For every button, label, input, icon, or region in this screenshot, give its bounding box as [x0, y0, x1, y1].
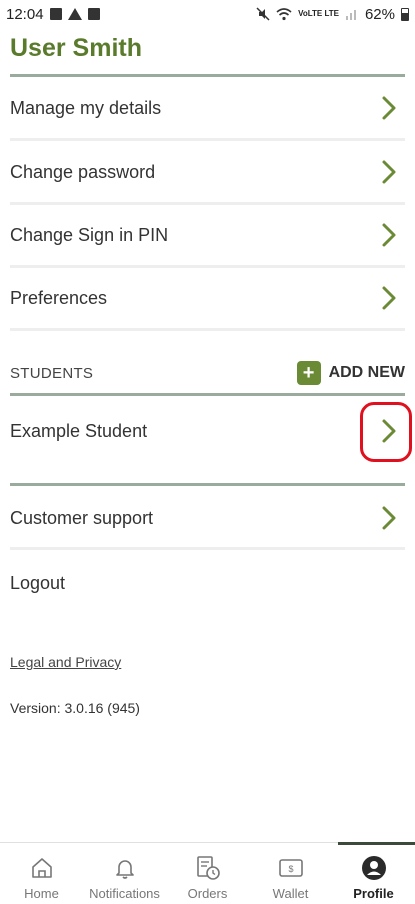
title-divider	[10, 74, 405, 77]
tab-label: Wallet	[272, 886, 309, 901]
chevron-right-icon	[379, 95, 399, 121]
logout-button[interactable]: Logout	[10, 573, 65, 594]
menu-item-label: Preferences	[10, 287, 108, 308]
signal-icon	[345, 10, 356, 20]
menu-item-label: Customer support	[10, 507, 154, 528]
tab-notifications[interactable]: Notifications	[83, 843, 166, 904]
students-section-label: STUDENTS	[10, 364, 94, 382]
bottom-tab-bar: Home Notifications Orders $ Wallet Profi…	[0, 842, 415, 904]
profile-icon	[360, 854, 388, 882]
status-bar: 12:04 VoLTE LTE 62%	[0, 0, 415, 28]
tab-home[interactable]: Home	[0, 843, 83, 904]
row-divider	[10, 138, 405, 141]
menu-item-change-password[interactable]: Change password	[10, 142, 405, 202]
mute-icon	[256, 7, 270, 21]
home-icon	[28, 854, 56, 882]
tab-profile[interactable]: Profile	[332, 842, 415, 904]
plus-icon: +	[296, 361, 321, 385]
warning-notification-icon	[67, 8, 82, 20]
svg-text:$: $	[288, 864, 293, 874]
status-time: 12:04	[6, 5, 44, 23]
tab-wallet[interactable]: $ Wallet	[249, 843, 332, 904]
orders-icon	[194, 854, 222, 882]
menu-item-change-pin[interactable]: Change Sign in PIN	[10, 205, 405, 265]
students-divider	[10, 393, 405, 396]
network-type-label: VoLTE LTE	[298, 9, 339, 18]
battery-icon	[401, 7, 409, 21]
status-bar-right: VoLTE LTE 62%	[256, 6, 409, 23]
tab-label: Profile	[353, 886, 394, 901]
add-new-student-button[interactable]: + ADD NEW	[296, 361, 405, 385]
student-item[interactable]: Example Student	[10, 401, 405, 461]
chevron-right-icon	[379, 505, 399, 531]
menu-item-label: Change Sign in PIN	[10, 224, 169, 245]
students-section-header: STUDENTS + ADD NEW	[10, 353, 405, 393]
row-divider	[10, 328, 405, 331]
tab-label: Home	[24, 886, 59, 901]
student-name: Example Student	[10, 420, 148, 441]
chevron-right-icon	[379, 222, 399, 248]
menu-item-preferences[interactable]: Preferences	[10, 268, 405, 328]
row-divider	[10, 547, 405, 550]
section-divider	[10, 483, 405, 486]
tab-label: Notifications	[89, 886, 160, 901]
version-text: Version: 3.0.16 (945)	[10, 700, 140, 716]
highlight-circle	[360, 402, 412, 462]
status-bar-left: 12:04	[6, 6, 100, 23]
check-notification-icon	[87, 8, 100, 20]
chevron-right-icon	[379, 285, 399, 311]
chevron-right-icon	[379, 159, 399, 185]
message-notification-icon	[49, 8, 62, 20]
tab-orders[interactable]: Orders	[166, 843, 249, 904]
bell-icon	[111, 854, 139, 882]
menu-item-manage-details[interactable]: Manage my details	[10, 78, 405, 138]
wallet-icon: $	[277, 854, 305, 882]
battery-percent: 62%	[364, 5, 395, 23]
legal-privacy-link[interactable]: Legal and Privacy	[10, 654, 121, 670]
page-title: User Smith	[10, 34, 142, 62]
menu-item-label: Change password	[10, 161, 156, 182]
tab-label: Orders	[187, 886, 228, 901]
wifi-icon	[276, 8, 292, 21]
menu-item-label: Manage my details	[10, 97, 162, 118]
menu-item-customer-support[interactable]: Customer support	[10, 488, 405, 548]
add-new-label: ADD NEW	[328, 364, 405, 381]
